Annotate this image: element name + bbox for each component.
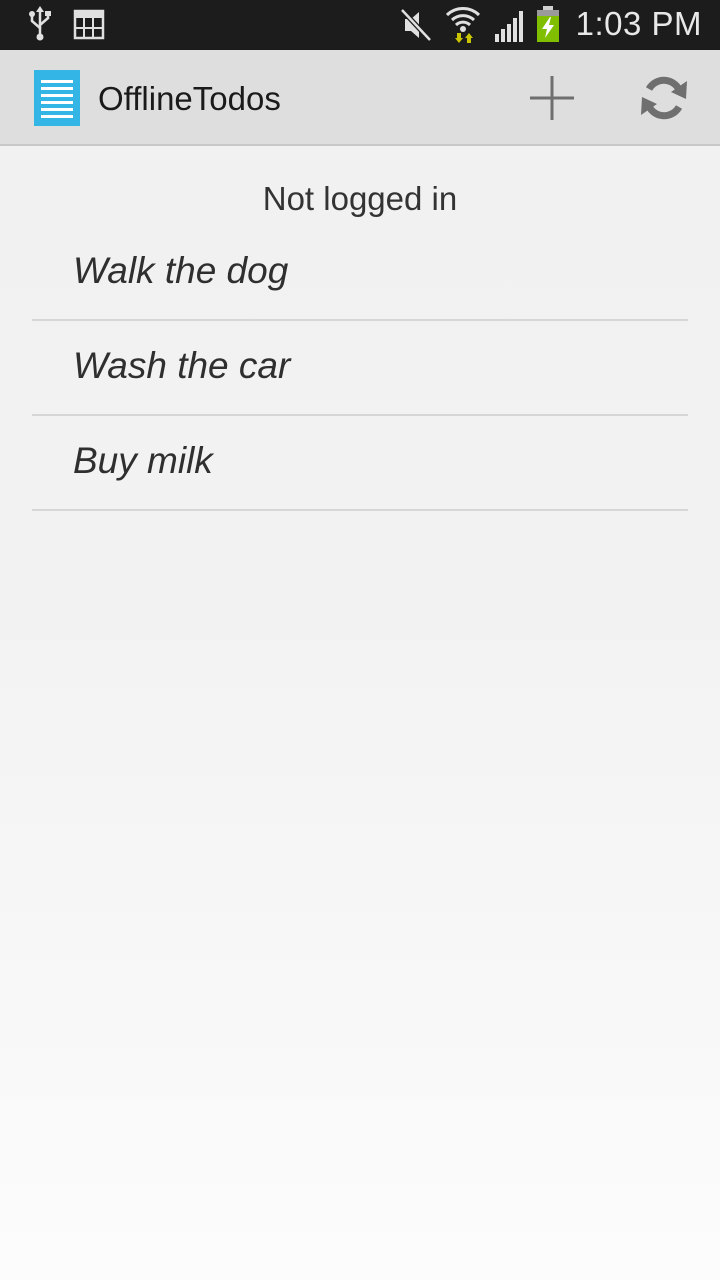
list-document-icon — [34, 70, 80, 126]
battery-charging-icon — [537, 6, 559, 42]
wifi-icon — [445, 7, 481, 43]
todo-item-label: Walk the dog — [73, 249, 289, 291]
gallery-icon — [73, 9, 105, 40]
todo-item-label: Buy milk — [73, 439, 213, 481]
status-time: 1:03 PM — [575, 5, 702, 42]
signal-icon — [495, 11, 523, 42]
refresh-button[interactable] — [616, 50, 712, 146]
todo-item[interactable]: Walk the dog — [32, 226, 688, 321]
add-button[interactable] — [504, 50, 600, 146]
refresh-icon — [641, 76, 687, 120]
todo-item-label: Wash the car — [73, 344, 291, 386]
app-title: OfflineTodos — [98, 80, 281, 117]
todo-item[interactable]: Buy milk — [32, 416, 688, 511]
action-bar: OfflineTodos — [0, 50, 720, 146]
add-icon — [530, 76, 574, 120]
todo-item[interactable]: Wash the car — [32, 321, 688, 416]
mute-icon — [400, 8, 432, 42]
login-status-text: Not logged in — [262, 180, 458, 217]
status-bar: 1:03 PM — [0, 0, 720, 50]
todo-list: Walk the dog Wash the car Buy milk — [32, 226, 688, 511]
content-area: Not logged in Walk the dog Wash the car … — [0, 146, 720, 1280]
usb-icon — [29, 6, 51, 41]
